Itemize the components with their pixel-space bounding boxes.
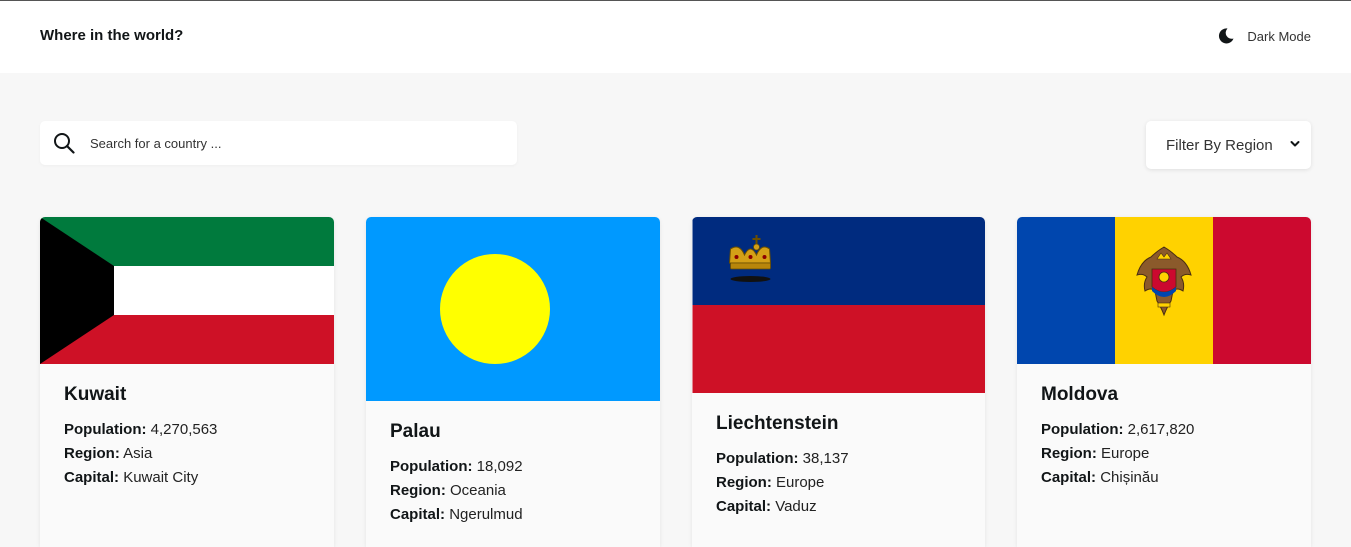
region-label: Region: [1041,445,1097,462]
population-label: Population: [64,421,147,438]
region-row: Region: Europe [1041,442,1287,466]
region-value: Asia [123,445,153,462]
country-name: Liechtenstein [716,413,839,434]
region-filter-value: Filter By Region [1166,136,1273,154]
country-card-liechtenstein[interactable]: Liechtenstein Population: 38,137 Region:… [692,217,985,547]
capital-row: Capital: Chișinău [1041,466,1287,490]
country-info: Population: 18,092 Region: Oceania Capit… [390,455,636,527]
search-box[interactable] [40,121,517,165]
population-label: Population: [1041,421,1124,438]
region-label: Region: [716,474,772,491]
moon-icon [1217,27,1235,45]
app-header: Where in the world? Dark Mode [0,1,1351,73]
country-card-palau[interactable]: Palau Population: 18,092 Region: Oceania… [366,217,660,547]
capital-label: Capital: [1041,469,1097,486]
country-name: Palau [390,421,441,442]
country-name: Kuwait [64,384,127,405]
population-value: 38,137 [802,450,849,467]
moldova-flag [1017,217,1311,364]
region-row: Region: Oceania [390,479,636,503]
kuwait-flag [40,217,334,364]
capital-value: Chișinău [1100,469,1159,486]
region-row: Region: Asia [64,442,310,466]
capital-row: Capital: Kuwait City [64,466,310,490]
capital-value: Kuwait City [123,469,199,486]
country-info: Population: 4,270,563 Region: Asia Capit… [64,418,310,490]
capital-value: Vaduz [775,498,817,515]
population-value: 4,270,563 [150,421,218,438]
country-card-kuwait[interactable]: Kuwait Population: 4,270,563 Region: Asi… [40,217,334,547]
population-value: 18,092 [476,458,523,475]
capital-row: Capital: Ngerulmud [390,503,636,527]
country-name: Moldova [1041,384,1119,405]
capital-label: Capital: [390,506,446,523]
population-row: Population: 2,617,820 [1041,418,1287,442]
region-value: Europe [1101,445,1150,462]
region-value: Europe [776,474,825,491]
population-row: Population: 18,092 [390,455,636,479]
population-label: Population: [716,450,799,467]
population-value: 2,617,820 [1127,421,1195,438]
capital-value: Ngerulmud [449,506,523,523]
population-row: Population: 38,137 [716,447,961,471]
country-info: Population: 2,617,820 Region: Europe Cap… [1041,418,1287,490]
population-label: Population: [390,458,473,475]
search-input[interactable] [88,121,508,165]
capital-row: Capital: Vaduz [716,495,961,519]
search-icon [53,132,75,159]
palau-flag [366,217,660,401]
region-filter-select[interactable]: Filter By Region [1146,121,1311,169]
liechtenstein-flag [692,217,985,393]
app-title: Where in the world? [40,27,184,44]
chevron-down-icon [1289,137,1301,154]
country-card-moldova[interactable]: Moldova Population: 2,617,820 Region: Eu… [1017,217,1311,547]
capital-label: Capital: [716,498,772,515]
capital-label: Capital: [64,469,120,486]
region-value: Oceania [450,482,506,499]
region-label: Region: [390,482,446,499]
region-label: Region: [64,445,120,462]
country-info: Population: 38,137 Region: Europe Capita… [716,447,961,519]
region-row: Region: Europe [716,471,961,495]
dark-mode-toggle[interactable]: Dark Mode [1217,27,1311,45]
dark-mode-label: Dark Mode [1247,28,1311,44]
population-row: Population: 4,270,563 [64,418,310,442]
